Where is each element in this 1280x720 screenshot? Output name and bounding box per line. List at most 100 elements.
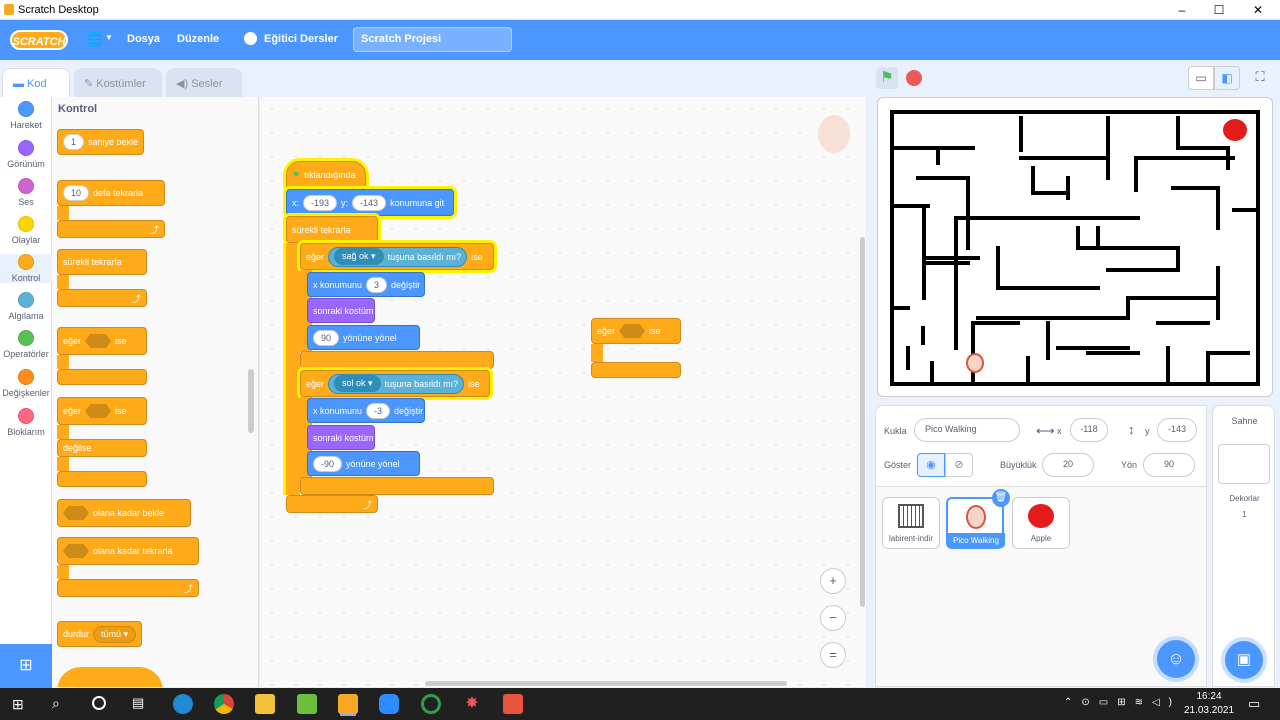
change-x-block[interactable]: x konumunu 3 değiştir [307, 272, 425, 297]
camtasia-recorder-icon[interactable] [503, 694, 523, 714]
forever-block[interactable]: sürekli tekrarla [57, 249, 147, 275]
small-stage-button[interactable]: ▭ [1188, 66, 1214, 90]
add-extension-button[interactable]: ⊞ [0, 644, 52, 688]
menu-file[interactable]: Dosya [127, 33, 160, 45]
menu-edit[interactable]: Düzenle [177, 33, 219, 45]
tab-sounds[interactable]: ◀) Sesler [166, 68, 242, 98]
minimize-button[interactable]: – [1172, 2, 1192, 18]
stop-button[interactable] [906, 70, 922, 86]
size-input[interactable]: 20 [1042, 453, 1094, 477]
condition-slot[interactable] [85, 404, 112, 418]
add-backdrop-button[interactable]: ▣ [1225, 641, 1263, 679]
file-explorer-icon[interactable] [255, 694, 275, 714]
condition-slot[interactable] [63, 544, 89, 558]
zoom-reset-button[interactable]: = [820, 642, 846, 668]
next-costume-block[interactable]: sonraki kostüm [307, 425, 375, 450]
if-block[interactable]: eğer ise [57, 327, 147, 355]
delete-sprite-icon[interactable]: 🗑 [992, 489, 1010, 507]
hat-block-partial[interactable] [57, 667, 163, 687]
stage-thumbnail[interactable] [1218, 444, 1270, 484]
cortana-icon[interactable] [92, 696, 106, 710]
vertical-scrollbar[interactable] [860, 237, 865, 607]
category-değişkenler[interactable]: Değişkenler [0, 369, 52, 398]
direction-input[interactable]: 90 [313, 329, 340, 346]
next-costume-block[interactable]: sonraki kostüm [307, 298, 375, 323]
category-bloklarım[interactable]: Bloklarım [0, 408, 52, 437]
repeat-until-block[interactable]: olana kadar tekrarla [57, 537, 199, 565]
clock-time[interactable]: 16:24 [1185, 691, 1233, 702]
scratch-logo[interactable]: SCRATCH [10, 30, 68, 50]
menu-tutorials[interactable]: Eğitici Dersler [264, 33, 338, 45]
if-block[interactable]: eğer sağ ok ▾ tuşuna basıldı mı? ise [300, 243, 494, 270]
zoom-out-button[interactable]: − [820, 605, 846, 631]
sprite-name-input[interactable]: Pico Walking [914, 418, 1020, 442]
repeat-input[interactable]: 10 [63, 185, 90, 201]
large-stage-button[interactable]: ◧ [1214, 66, 1240, 90]
add-sprite-button[interactable]: ☺ [1157, 640, 1195, 678]
fullscreen-button[interactable]: ⛶ [1248, 66, 1272, 90]
project-title-input[interactable]: Scratch Projesi [353, 27, 512, 52]
key-dropdown[interactable]: sağ ok ▾ [334, 248, 384, 265]
language-icon[interactable]: 🌐 [86, 31, 103, 48]
direction-input[interactable]: 90 [1143, 453, 1195, 477]
apple-sprite[interactable] [1223, 119, 1247, 141]
zoom-in-button[interactable]: + [820, 568, 846, 594]
show-sprite-eye-icon[interactable]: ◉ [917, 453, 945, 477]
repeat-block[interactable]: 10 defa tekrarla [57, 180, 165, 206]
if-block[interactable]: eğer sol ok ▾ tuşuna basıldı mı? ise [300, 370, 490, 397]
tab-costumes[interactable]: ✎ Kostümler [74, 68, 162, 98]
wait-block[interactable]: 1 saniye bekle [57, 129, 145, 155]
key-pressed-block[interactable]: sağ ok ▾ tuşuna basıldı mı? [328, 246, 468, 267]
y-position-input[interactable]: -143 [1157, 418, 1197, 442]
wait-until-block[interactable]: olana kadar bekle [57, 499, 191, 527]
point-direction-block[interactable]: 90 yönüne yönel [307, 325, 420, 350]
zoom-app-icon[interactable] [379, 694, 399, 714]
goto-y-input[interactable]: -143 [352, 194, 387, 211]
category-olaylar[interactable]: Olaylar [0, 216, 52, 245]
script-area[interactable]: ⚑ tıklandığında x: -193 y: -143 konumuna gi… [260, 97, 866, 687]
change-x-input[interactable]: 3 [366, 276, 388, 293]
category-operatörler[interactable]: Operatörler [0, 330, 52, 359]
notifications-icon[interactable]: ▭ [1248, 696, 1260, 712]
key-pressed-block[interactable]: sol ok ▾ tuşuna basıldı mı? [328, 373, 465, 394]
block-palette[interactable]: Kontrol 1 saniye bekle 10 defa tekrarla … [52, 97, 259, 687]
category-algılama[interactable]: Algılama [0, 292, 52, 321]
windows-start-icon[interactable]: ⊞ [12, 697, 26, 711]
hide-sprite-eye-icon[interactable]: ⊘ [945, 453, 973, 477]
forever-block[interactable]: sürekli tekrarla [286, 216, 378, 243]
category-görünüm[interactable]: Görünüm [0, 140, 52, 169]
loose-if-block[interactable]: eğer ise [591, 318, 681, 344]
maximize-button[interactable]: ☐ [1209, 2, 1229, 18]
category-hareket[interactable]: Hareket [0, 101, 52, 130]
task-view-icon[interactable]: ▤ [132, 695, 144, 711]
stage-selector[interactable]: Sahne Dekorlar 1 ▣ [1212, 405, 1275, 687]
camtasia-icon[interactable] [297, 694, 317, 714]
if-else-block[interactable]: eğer ise [57, 397, 147, 425]
change-x-block[interactable]: x konumunu -3 değiştir [307, 398, 425, 423]
stop-block[interactable]: durdur tümü ▾ [57, 621, 143, 647]
system-tray-icons[interactable]: ⌃⊙▭⊞≋◁) [1064, 697, 1181, 708]
edge-icon[interactable] [173, 694, 193, 714]
sprite-thumb-apple[interactable]: Apple [1012, 497, 1070, 549]
sprite-thumb-labirent[interactable]: labirent-indir [882, 497, 940, 549]
palette-scrollbar[interactable] [248, 369, 254, 433]
close-window-button[interactable]: ✕ [1248, 2, 1268, 18]
tab-code[interactable]: ▬ Kod [2, 68, 70, 98]
condition-slot[interactable] [619, 324, 646, 338]
sprite-thumb-pico[interactable]: Pico Walking 🗑 [946, 489, 1010, 549]
condition-slot[interactable] [63, 506, 89, 520]
clock-date[interactable]: 21.03.2021 [1181, 705, 1237, 716]
pico-sprite[interactable] [966, 353, 984, 373]
when-flag-clicked-block[interactable]: ⚑ tıklandığında [286, 161, 366, 189]
horizontal-scrollbar[interactable] [425, 681, 787, 686]
condition-slot[interactable] [85, 334, 112, 348]
wait-input[interactable]: 1 [63, 134, 85, 150]
x-position-input[interactable]: -118 [1070, 418, 1108, 442]
category-kontrol[interactable]: Kontrol [0, 254, 52, 283]
scratch-taskbar-icon[interactable] [338, 694, 358, 714]
stop-dropdown[interactable]: tümü ▾ [93, 625, 137, 643]
direction-input[interactable]: -90 [313, 455, 343, 472]
change-x-input[interactable]: -3 [366, 402, 391, 419]
category-ses[interactable]: Ses [0, 178, 52, 207]
chrome-icon[interactable] [214, 694, 234, 714]
